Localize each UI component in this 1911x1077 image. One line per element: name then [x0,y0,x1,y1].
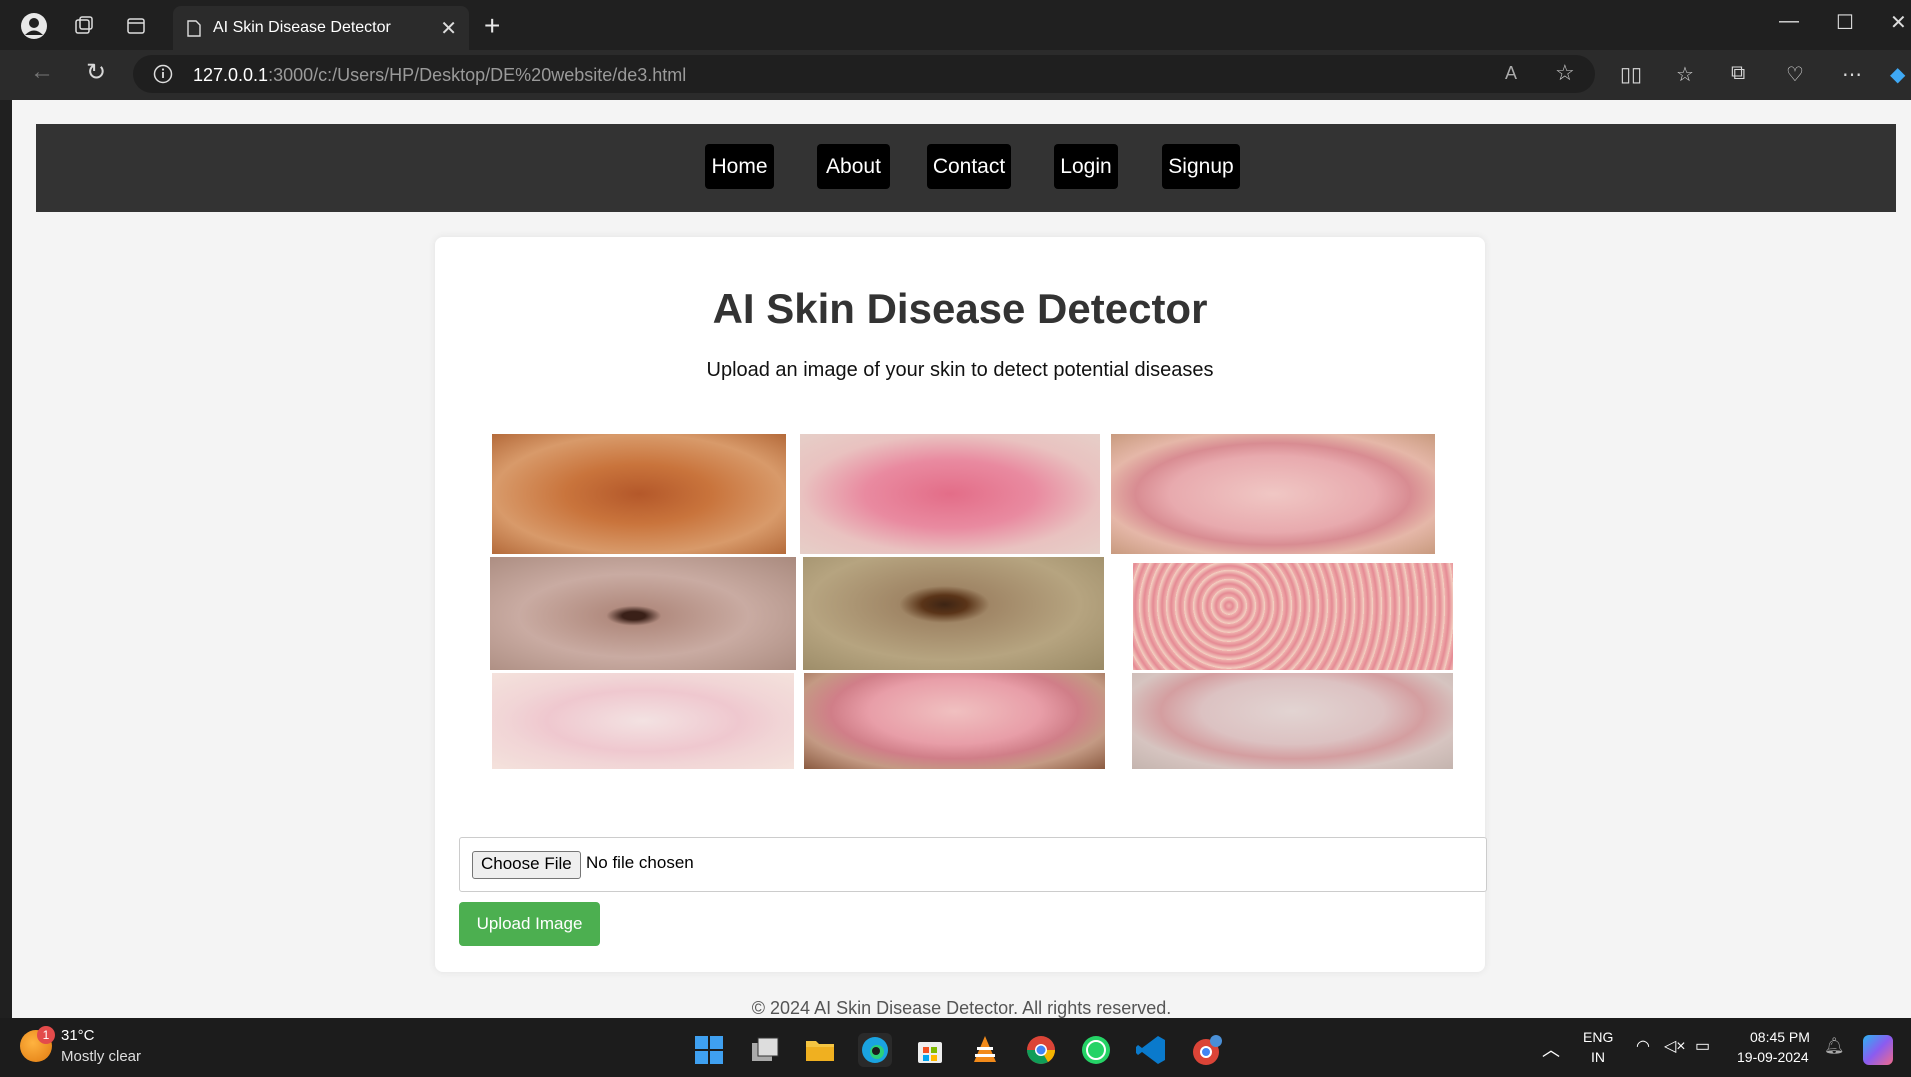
address-bar[interactable]: 127.0.0.1:3000/c:/Users/HP/Desktop/DE%20… [133,55,1595,93]
favorite-star-icon[interactable]: ☆ [1555,60,1575,86]
show-hidden-icons[interactable]: ︿ [1542,1036,1560,1062]
tab-actions-icon[interactable] [122,12,150,40]
weather-description[interactable]: Mostly clear [61,1048,141,1065]
language-region[interactable]: IN [1591,1049,1605,1065]
navbar: Home About Contact Login Signup [36,124,1896,212]
browser-essentials-icon[interactable]: ♡ [1786,62,1804,87]
choose-file-button[interactable]: Choose File [472,851,581,879]
url-text: 127.0.0.1:3000/c:/Users/HP/Desktop/DE%20… [193,65,686,86]
browser-tab[interactable]: AI Skin Disease Detector ✕ [173,6,469,50]
skin-sample-image [1132,673,1453,769]
page-icon [187,20,201,37]
volume-muted-icon[interactable]: ◁× [1664,1036,1686,1056]
copilot-taskbar-icon[interactable] [1863,1035,1893,1065]
back-icon[interactable]: ← [30,58,54,86]
maximize-icon[interactable]: ☐ [1836,10,1854,35]
file-status-text: No file chosen [586,853,694,872]
notification-bell-icon[interactable]: 🔔︎ [1824,1036,1844,1056]
battery-icon[interactable]: ▭ [1695,1036,1710,1056]
close-window-icon[interactable]: ✕ [1890,10,1907,35]
tab-title: AI Skin Disease Detector [213,19,391,36]
skin-sample-image [490,557,796,670]
nav-contact[interactable]: Contact [927,144,1011,189]
microsoft-store-icon[interactable] [913,1033,947,1067]
language-indicator[interactable]: ENG [1583,1029,1613,1045]
weather-temperature[interactable]: 31°C [61,1027,95,1044]
nav-login[interactable]: Login [1054,144,1118,189]
more-options-icon[interactable]: ⋯ [1842,62,1862,87]
taskbar [0,1018,1911,1077]
edge-icon[interactable] [858,1033,892,1067]
upload-image-button[interactable]: Upload Image [459,902,600,946]
profile-icon[interactable] [20,12,48,40]
workspaces-icon[interactable] [70,12,98,40]
copilot-icon[interactable]: ◆ [1890,62,1905,87]
refresh-icon[interactable]: ↻ [86,58,106,87]
skin-sample-image [800,434,1100,554]
nav-home[interactable]: Home [705,144,774,189]
site-info-icon[interactable] [153,64,173,84]
whatsapp-icon[interactable] [1079,1033,1113,1067]
footer-text: © 2024 AI Skin Disease Detector. All rig… [751,998,1172,1018]
collections-icon[interactable]: ⧉ [1731,62,1745,85]
upload-card: AI Skin Disease Detector Upload an image… [435,237,1487,972]
nav-signup[interactable]: Signup [1162,144,1240,189]
task-view-icon[interactable] [748,1033,782,1067]
close-tab-icon[interactable]: ✕ [440,16,457,41]
skin-sample-image [492,434,786,554]
url-path: :3000/c:/Users/HP/Desktop/DE%20website/d… [268,65,687,85]
skin-sample-image [492,673,794,769]
file-explorer-icon[interactable] [803,1033,837,1067]
url-host: 127.0.0.1 [193,65,269,85]
file-input[interactable]: Choose File No file chosen [459,837,1487,892]
skin-sample-image [804,673,1105,769]
start-icon[interactable] [692,1033,726,1067]
read-aloud-icon[interactable]: A [1505,63,1517,84]
minimize-icon[interactable]: — [1779,10,1799,33]
new-tab-icon[interactable]: + [484,12,500,40]
vlc-icon[interactable] [968,1033,1002,1067]
skin-sample-image [803,557,1104,670]
page-title: AI Skin Disease Detector [712,285,1208,332]
clock-time[interactable]: 08:45 PM [1750,1029,1810,1045]
clock-date[interactable]: 19-09-2024 [1737,1049,1809,1065]
nav-about[interactable]: About [817,144,890,189]
wifi-icon[interactable]: ◠ [1636,1036,1650,1056]
weather-badge: 1 [37,1026,55,1044]
chrome-icon[interactable] [1024,1033,1058,1067]
skin-sample-image [1111,434,1435,554]
vscode-icon[interactable] [1134,1033,1168,1067]
chrome-profile-icon[interactable] [1189,1033,1223,1067]
web-page: Home About Contact Login Signup AI Skin … [12,100,1911,1018]
skin-sample-image [1133,563,1453,670]
page-subtitle: Upload an image of your skin to detect p… [706,359,1214,381]
sidebar-strip [0,100,12,1018]
split-screen-icon[interactable]: ▯▯ [1620,62,1642,87]
title-bar: AI Skin Disease Detector ✕ + — ☐ ✕ [0,0,1911,50]
favorites-icon[interactable]: ☆ [1676,62,1694,87]
